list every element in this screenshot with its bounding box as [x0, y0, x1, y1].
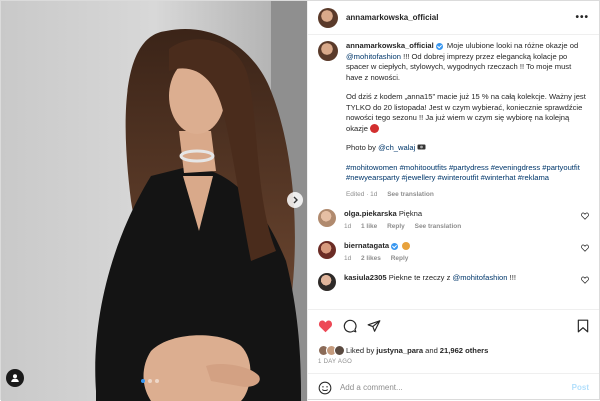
- verified-badge-icon: [435, 42, 443, 50]
- chevron-right-icon: [293, 196, 298, 204]
- hashtags[interactable]: #mohitowomen #mohitooutfits #partydress …: [346, 163, 589, 184]
- emoji-icon: [402, 242, 411, 250]
- post-photo: [1, 1, 307, 401]
- add-comment-bar: Post: [307, 373, 599, 401]
- tagged-users-button[interactable]: [6, 369, 24, 387]
- reply-button[interactable]: Reply: [391, 255, 409, 262]
- post-comment-button[interactable]: Post: [572, 383, 589, 392]
- mention-link[interactable]: @ch_walaj: [378, 143, 415, 152]
- comment-item: biernatagata 1d 2 likes Reply: [317, 241, 589, 264]
- see-translation-link[interactable]: See translation: [387, 191, 434, 198]
- emoji-icon[interactable]: [318, 381, 332, 395]
- author-avatar[interactable]: [317, 7, 338, 28]
- comment-likes[interactable]: 2 likes: [361, 255, 381, 262]
- caption-body: annamarkowska_official Moje ulubione loo…: [346, 41, 589, 200]
- heart-filled-icon[interactable]: [318, 319, 333, 333]
- caption-meta: Edited · 1d See translation: [346, 190, 589, 201]
- see-translation-link[interactable]: See translation: [415, 223, 462, 230]
- comment-likes[interactable]: 1 like: [361, 223, 377, 230]
- likes-prefix: Liked by: [345, 345, 375, 355]
- share-icon[interactable]: [367, 319, 381, 333]
- instagram-post: annamarkowska_official ••• annamarkowska…: [0, 0, 600, 401]
- commenter-avatar[interactable]: [317, 209, 336, 227]
- carousel-next-button[interactable]: [287, 192, 303, 208]
- post-actions-bar: [307, 309, 599, 341]
- comment-item: olga.piekarska Piękna 1d 1 like Reply Se…: [317, 209, 589, 232]
- comment-like-icon[interactable]: [581, 244, 589, 252]
- comments-section[interactable]: annamarkowska_official Moje ulubione loo…: [308, 35, 599, 309]
- comment-age: 1d: [343, 255, 352, 262]
- mention-link[interactable]: @mohitofashion: [346, 52, 401, 61]
- carousel-dot: [155, 379, 159, 383]
- post-header: annamarkowska_official •••: [307, 1, 599, 35]
- more-options-button[interactable]: •••: [575, 12, 589, 23]
- carousel-dot: [141, 379, 145, 383]
- user-tag-icon: [11, 374, 19, 382]
- commenter-avatar[interactable]: [317, 241, 336, 259]
- likes-summary: Liked by justyna_para and 21,962 others: [308, 341, 599, 359]
- comment-username[interactable]: kasiula2305: [344, 273, 387, 282]
- post-media[interactable]: [1, 1, 307, 401]
- comment-username[interactable]: olga.piekarska: [344, 209, 397, 218]
- author-avatar[interactable]: [317, 41, 338, 61]
- comment-text: Piekne te rzeczy z: [388, 273, 453, 282]
- carousel-indicator: [141, 379, 159, 383]
- likes-middle: and: [425, 345, 438, 355]
- author-username[interactable]: annamarkowska_official: [346, 13, 438, 22]
- likes-count[interactable]: 21,962 others: [440, 346, 489, 355]
- add-comment-input[interactable]: [339, 383, 572, 392]
- camera-emoji-icon: [417, 144, 426, 150]
- reply-button[interactable]: Reply: [387, 223, 405, 230]
- bookmark-icon[interactable]: [577, 319, 589, 333]
- liker-avatars[interactable]: [317, 344, 345, 356]
- comment-age: 1d: [343, 223, 352, 230]
- comment-text: Piękna: [398, 209, 423, 218]
- devil-emoji-icon: [370, 124, 380, 133]
- caption-username[interactable]: annamarkowska_official: [346, 41, 434, 50]
- post-side-panel: annamarkowska_official ••• annamarkowska…: [306, 1, 599, 401]
- mention-link[interactable]: @mohitofashion: [452, 273, 507, 282]
- verified-badge-icon: [391, 242, 399, 250]
- photo-credit-label: Photo by: [345, 143, 379, 152]
- commenter-avatar[interactable]: [317, 273, 336, 291]
- comment-like-icon[interactable]: [581, 212, 589, 220]
- comment-icon[interactable]: [343, 319, 357, 333]
- caption-text: Od dziś z kodem „anna15” macie już 15 % …: [345, 92, 586, 133]
- post-timestamp[interactable]: 1 DAY AGO: [308, 359, 599, 373]
- carousel-dot: [148, 379, 152, 383]
- comment-text: !!!: [507, 273, 516, 282]
- liked-by-user[interactable]: justyna_para: [376, 346, 423, 355]
- comment-item: kasiula2305 Piekne te rzeczy z @mohitofa…: [317, 273, 589, 291]
- edited-label: Edited · 1d: [345, 190, 378, 198]
- comment-username[interactable]: biernatagata: [344, 241, 389, 250]
- caption-text: Moje ulubione looki na różne okazje od: [444, 41, 579, 50]
- post-caption: annamarkowska_official Moje ulubione loo…: [317, 35, 589, 200]
- comment-like-icon[interactable]: [581, 276, 589, 284]
